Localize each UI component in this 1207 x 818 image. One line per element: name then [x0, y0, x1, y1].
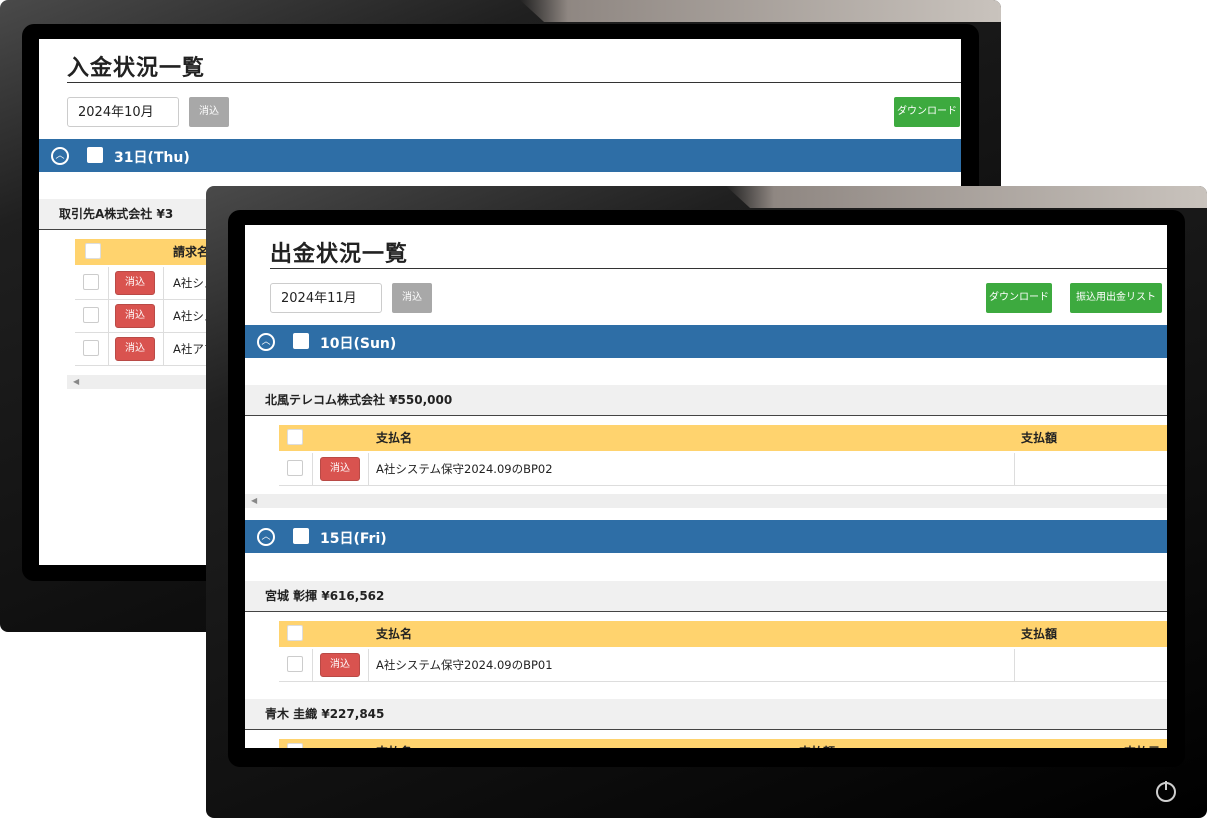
row-checkbox[interactable]: [287, 656, 303, 672]
front-monitor: 出金状況一覧 2024年11月 消込 ダウンロード 振込用出金リスト ︿ 10日…: [206, 186, 1207, 818]
chevron-up-circle-icon[interactable]: ︿: [51, 147, 69, 165]
download-button[interactable]: ダウンロード: [894, 97, 960, 127]
select-all-checkbox[interactable]: [85, 243, 101, 259]
clear-button[interactable]: 消込: [320, 457, 360, 481]
payee-header: 北風テレコム株式会社 ¥550,000: [245, 385, 1167, 415]
row-name: A社システム保守2024.09のBP01: [376, 658, 553, 672]
table-row: 消込 A社システム保守2024.09のBP02: [279, 453, 1167, 486]
col-payment-amount: 支払額: [799, 739, 835, 748]
table-row: 消込 A社システム保守2024.09のBP01: [279, 649, 1167, 682]
row-checkbox[interactable]: [287, 460, 303, 476]
day-label: 31日(Thu): [114, 150, 190, 166]
page-title: 出金状況一覧: [270, 242, 409, 267]
month-input[interactable]: 2024年10月: [67, 97, 179, 127]
col-payment-source: 支払元: [1124, 739, 1160, 748]
front-screen: 出金状況一覧 2024年11月 消込 ダウンロード 振込用出金リスト ︿ 10日…: [245, 225, 1167, 748]
day-band: ︿ 10日(Sun): [245, 325, 1167, 358]
transfer-list-button[interactable]: 振込用出金リスト: [1070, 283, 1162, 313]
col-payment-name: 支払名: [376, 431, 413, 445]
day-band: ︿ 15日(Fri): [245, 520, 1167, 553]
payee-label: 宮城 彰揮 ¥616,562: [265, 589, 385, 603]
monitor-sheen: [726, 186, 1207, 208]
month-clear-button[interactable]: 消込: [189, 97, 229, 127]
payee-rule: [245, 415, 1167, 416]
table-header: 支払名 支払額: [279, 425, 1167, 451]
horizontal-scrollbar[interactable]: ◀: [245, 494, 1167, 508]
clear-button[interactable]: 消込: [320, 653, 360, 677]
month-input[interactable]: 2024年11月: [270, 283, 382, 313]
scroll-left-arrow-icon[interactable]: ◀: [73, 375, 79, 389]
page-title: 入金状況一覧: [67, 56, 206, 81]
day-label: 15日(Fri): [320, 531, 387, 547]
chevron-up-circle-icon[interactable]: ︿: [257, 333, 275, 351]
scroll-left-arrow-icon[interactable]: ◀: [251, 494, 257, 508]
col-billing-name: 請求名: [173, 245, 210, 259]
table-header-partial: 支払名 支払額 支払元: [279, 739, 1167, 748]
day-checkbox[interactable]: [293, 528, 309, 544]
monitor-sheen: [520, 0, 1001, 22]
month-clear-button[interactable]: 消込: [392, 283, 432, 313]
payee-header: 青木 圭織 ¥227,845: [245, 699, 1167, 729]
col-payment-amount: 支払額: [1021, 431, 1058, 445]
row-name: A社システム保守2024.09のBP02: [376, 462, 553, 476]
col-payment-name: 支払名: [376, 627, 413, 641]
payee-rule: [245, 611, 1167, 612]
day-label: 10日(Sun): [320, 336, 397, 352]
download-button[interactable]: ダウンロード: [986, 283, 1052, 313]
day-band: ︿ 31日(Thu): [39, 139, 961, 172]
table-header: 支払名 支払額: [279, 621, 1167, 647]
payee-label: 北風テレコム株式会社 ¥550,000: [265, 393, 453, 407]
row-checkbox[interactable]: [83, 307, 99, 323]
title-rule: [270, 268, 1167, 269]
power-icon[interactable]: [1156, 781, 1176, 802]
row-checkbox[interactable]: [83, 340, 99, 356]
clear-button[interactable]: 消込: [115, 271, 155, 295]
chevron-up-circle-icon[interactable]: ︿: [257, 528, 275, 546]
day-checkbox[interactable]: [87, 147, 103, 163]
payee-label: 青木 圭織 ¥227,845: [265, 707, 385, 721]
select-all-checkbox[interactable]: [287, 625, 303, 641]
payer-label: 取引先A株式会社 ¥3: [59, 207, 174, 221]
payee-header: 宮城 彰揮 ¥616,562: [245, 581, 1167, 611]
front-monitor-bezel: 出金状況一覧 2024年11月 消込 ダウンロード 振込用出金リスト ︿ 10日…: [228, 210, 1185, 767]
select-all-checkbox[interactable]: [287, 429, 303, 445]
day-checkbox[interactable]: [293, 333, 309, 349]
select-all-checkbox[interactable]: [287, 743, 303, 748]
payee-rule: [245, 729, 1167, 730]
clear-button[interactable]: 消込: [115, 337, 155, 361]
row-checkbox[interactable]: [83, 274, 99, 290]
title-rule: [67, 82, 961, 83]
clear-button[interactable]: 消込: [115, 304, 155, 328]
col-payment-amount: 支払額: [1021, 627, 1058, 641]
col-payment-name: 支払名: [376, 739, 412, 748]
